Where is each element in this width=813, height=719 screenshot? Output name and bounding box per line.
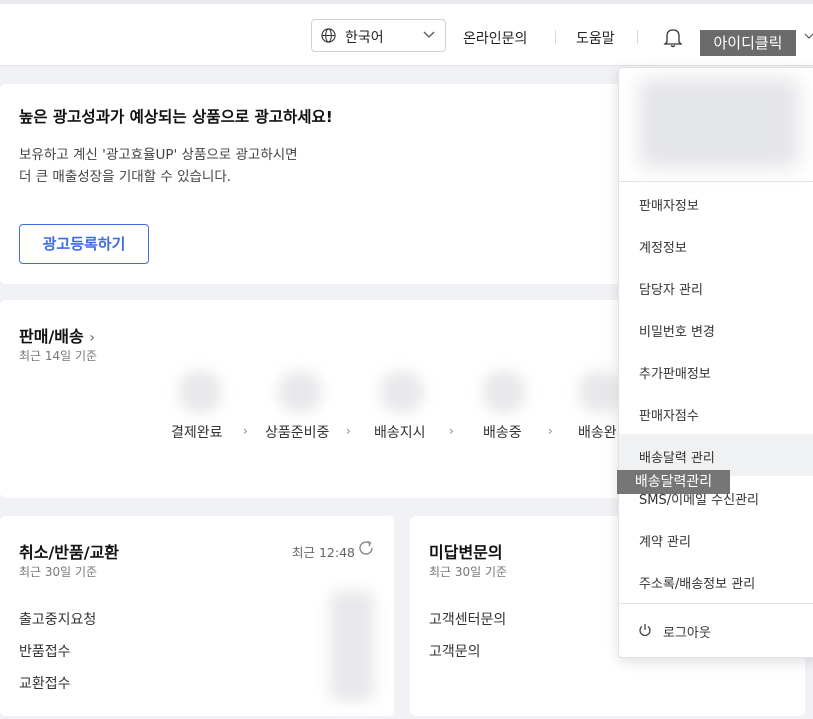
menu-item-contract[interactable]: 계약 관리 xyxy=(639,531,691,550)
count-placeholder xyxy=(178,370,222,414)
stage-delivered[interactable]: 배송완 xyxy=(578,422,617,442)
list-item[interactable]: 출고중지요청 xyxy=(19,609,96,629)
header-divider xyxy=(637,30,638,44)
help-link[interactable]: 도움말 xyxy=(576,28,615,48)
online-inquiry-link[interactable]: 온라인문의 xyxy=(463,28,527,48)
menu-item-delivery-calendar[interactable]: 배송달력 관리 xyxy=(639,447,715,466)
menu-divider xyxy=(619,603,813,604)
tooltip: 배송달력관리 xyxy=(617,470,730,494)
section-subtitle: 최근 14일 기준 xyxy=(19,349,98,363)
stage-shipping-instructed[interactable]: 배송지시 xyxy=(374,422,426,442)
chevron-right-icon: › xyxy=(346,424,351,438)
section-subtitle: 최근 30일 기준 xyxy=(429,565,508,579)
menu-item-extra-sales-info[interactable]: 추가판매정보 xyxy=(639,363,711,382)
sales-delivery-title: 판매/배송 xyxy=(19,327,84,346)
language-select[interactable]: 한국어 xyxy=(311,19,446,52)
menu-divider xyxy=(619,181,813,182)
register-ad-button[interactable]: 광고등록하기 xyxy=(19,224,149,264)
stage-payment-complete[interactable]: 결제완료 xyxy=(171,422,223,442)
menu-item-seller-score[interactable]: 판매자점수 xyxy=(639,405,699,424)
last-updated-time: 최근 12:48 xyxy=(292,545,355,560)
list-item[interactable]: 교환접수 xyxy=(19,673,71,693)
header-divider xyxy=(555,30,556,44)
globe-icon xyxy=(321,28,336,43)
logout-button[interactable]: 로그아웃 xyxy=(663,622,711,641)
list-item[interactable]: 고객센터문의 xyxy=(429,609,506,629)
count-placeholder xyxy=(578,370,622,414)
refresh-icon[interactable] xyxy=(357,539,375,557)
unanswered-title: 미답변문의 xyxy=(429,543,503,562)
promo-title: 높은 광고성과가 예상되는 상품으로 광고하세요! xyxy=(19,108,333,126)
chevron-right-icon: › xyxy=(449,424,454,438)
stage-in-transit[interactable]: 배송중 xyxy=(483,422,522,442)
list-item[interactable]: 고객문의 xyxy=(429,641,481,661)
promo-description: 보유하고 계신 '광고효율UP' 상품으로 광고하시면 xyxy=(19,147,298,163)
section-title[interactable]: 판매/배송 › xyxy=(19,323,95,347)
menu-item-manager[interactable]: 담당자 관리 xyxy=(639,279,703,298)
promo-card: 높은 광고성과가 예상되는 상품으로 광고하세요! 보유하고 계신 '광고효율U… xyxy=(0,84,650,284)
chevron-right-icon: › xyxy=(89,330,95,346)
top-bar: 한국어 온라인문의 도움말 아이디클릭 xyxy=(0,0,813,66)
count-placeholder xyxy=(278,370,322,414)
power-icon xyxy=(639,624,651,637)
count-placeholder xyxy=(330,591,374,701)
chevron-right-icon: › xyxy=(243,424,248,438)
cancel-return-title: 취소/반품/교환 xyxy=(19,543,120,562)
promo-description: 더 큰 매출성장을 기대할 수 있습니다. xyxy=(19,169,232,185)
user-dropdown-menu: 판매자정보 계정정보 담당자 관리 비밀번호 변경 추가판매정보 판매자점수 배… xyxy=(618,67,813,658)
chevron-right-icon: › xyxy=(548,424,553,438)
profile-summary xyxy=(639,78,799,168)
bell-icon[interactable] xyxy=(662,26,684,48)
list-item[interactable]: 반품접수 xyxy=(19,641,71,661)
chevron-down-icon xyxy=(423,31,435,38)
menu-item-password[interactable]: 비밀번호 변경 xyxy=(639,321,715,340)
menu-item-account-info[interactable]: 계정정보 xyxy=(639,237,687,256)
count-placeholder xyxy=(380,370,424,414)
menu-item-address-book[interactable]: 주소록/배송정보 관리 xyxy=(639,573,755,592)
section-subtitle: 최근 30일 기준 xyxy=(19,565,98,579)
chevron-down-icon xyxy=(804,33,813,39)
cancel-return-card: 취소/반품/교환 최근 30일 기준 최근 12:48 출고중지요청 반품접수 … xyxy=(0,516,394,716)
user-menu-button[interactable]: 아이디클릭 xyxy=(700,30,796,56)
language-value: 한국어 xyxy=(345,30,384,46)
sales-delivery-card: 판매/배송 › 최근 14일 기준 결제완료 › 상품준비중 › 배송지시 › … xyxy=(0,300,650,498)
menu-item-seller-info[interactable]: 판매자정보 xyxy=(639,195,699,214)
count-placeholder xyxy=(482,370,526,414)
stage-preparing[interactable]: 상품준비중 xyxy=(265,422,329,442)
